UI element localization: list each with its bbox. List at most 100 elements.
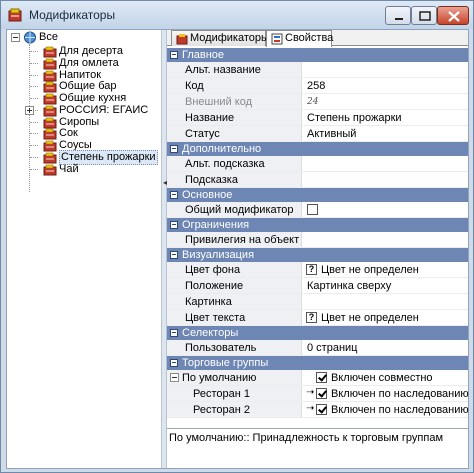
tree-root-collapse-toggle[interactable] xyxy=(11,33,20,42)
tree-guide-line xyxy=(30,86,38,87)
subgroup-collapse-toggle[interactable] xyxy=(170,373,179,382)
common-modifier-checkbox[interactable] xyxy=(307,204,318,215)
modifiers-window: Модификаторы Все Для десерта Для омлета На… xyxy=(0,0,474,473)
tab-modifiers[interactable]: Модификаторы xyxy=(171,30,269,46)
section-selectors[interactable]: Селекторы xyxy=(167,326,468,340)
section-collapse-icon[interactable] xyxy=(170,145,178,153)
prop-label-cell: Ресторан 1 xyxy=(167,386,302,401)
prop-row-bg-color[interactable]: Цвет фона ? Цвет не определен xyxy=(167,262,468,278)
prop-row-alt-name[interactable]: Альт. название xyxy=(167,62,468,78)
section-visual-label: Визуализация xyxy=(182,249,255,261)
prop-row-name[interactable]: Название Степень прожарки xyxy=(167,110,468,126)
close-button[interactable] xyxy=(437,6,469,25)
prop-value-cell[interactable]: ? Цвет не определен xyxy=(303,310,468,325)
prop-row-user[interactable]: Пользователь 0 страниц xyxy=(167,340,468,356)
prop-value-cell[interactable] xyxy=(303,232,468,247)
section-limits-label: Ограничения xyxy=(182,219,250,231)
prop-label-cell: Внешний код xyxy=(167,94,302,109)
section-trade-groups[interactable]: Торговые группы xyxy=(167,356,468,370)
minimize-button[interactable] xyxy=(385,6,411,25)
prop-label: Картинка xyxy=(185,296,232,308)
folder-tree[interactable]: Все Для десерта Для омлета Напиток Общие ба… xyxy=(7,30,161,468)
prop-row-common-modifier[interactable]: Общий модификатор xyxy=(167,202,468,218)
prop-label: По умолчанию xyxy=(182,372,257,384)
undefined-color-icon: ? xyxy=(306,312,317,323)
close-icon xyxy=(448,11,460,22)
prop-row-privilege[interactable]: Привилегия на объект xyxy=(167,232,468,248)
prop-row-restaurant-2[interactable]: Ресторан 2 ➝ Включен по наследованию xyxy=(167,402,469,418)
prop-value-cell[interactable]: ? Цвет не определен xyxy=(303,262,468,277)
undefined-color-icon: ? xyxy=(306,264,317,275)
prop-label-cell: Общий модификатор xyxy=(167,202,302,217)
tab-properties[interactable]: Свойства xyxy=(266,30,333,47)
section-extra[interactable]: Дополнительно xyxy=(167,142,468,156)
prop-row-text-color[interactable]: Цвет текста ? Цвет не определен xyxy=(167,310,468,326)
prop-value: Включен по наследованию xyxy=(331,404,469,416)
modifiers-icon xyxy=(176,34,188,45)
prop-row-hint[interactable]: Подсказка xyxy=(167,172,468,188)
section-collapse-icon[interactable] xyxy=(170,359,178,367)
prop-value: Включен совместно xyxy=(331,372,433,384)
prop-value-cell[interactable]: ➝ Включен по наследованию xyxy=(303,386,469,401)
prop-value-cell[interactable] xyxy=(303,62,468,77)
prop-label-cell: Подсказка xyxy=(167,172,302,187)
prop-value-cell[interactable]: Включен совместно xyxy=(303,370,468,385)
prop-row-code[interactable]: Код 258 xyxy=(167,78,468,94)
section-main[interactable]: Главное xyxy=(167,48,468,62)
window-title: Модификаторы xyxy=(29,8,116,22)
tree-item-label: Чай xyxy=(59,163,79,175)
section-visual[interactable]: Визуализация xyxy=(167,248,468,262)
section-selectors-label: Селекторы xyxy=(182,327,239,339)
prop-value-cell[interactable] xyxy=(303,156,468,171)
prop-row-status[interactable]: Статус Активный xyxy=(167,126,468,142)
prop-value-cell: 24 xyxy=(303,94,468,109)
section-collapse-icon[interactable] xyxy=(170,51,178,59)
prop-value: Степень прожарки xyxy=(307,112,402,124)
inherit-arrow-icon: ➝ xyxy=(306,387,315,398)
prop-value-cell[interactable]: Картинка сверху xyxy=(303,278,468,293)
property-grid: Главное Альт. название Код 258 Внешний к… xyxy=(167,48,469,428)
prop-label: Статус xyxy=(185,128,220,140)
prop-value: 24 xyxy=(307,97,319,107)
prop-label: Общий модификатор xyxy=(185,204,294,216)
properties-icon xyxy=(271,33,283,45)
prop-value-cell[interactable]: 0 страниц xyxy=(303,340,468,355)
restaurant-1-checkbox[interactable] xyxy=(316,388,327,399)
prop-value-cell[interactable] xyxy=(303,172,468,187)
section-limits[interactable]: Ограничения xyxy=(167,218,468,232)
tree-expand-toggle[interactable] xyxy=(25,106,34,115)
prop-label-cell: Пользователь xyxy=(167,340,302,355)
default-included-checkbox[interactable] xyxy=(316,372,327,383)
prop-value-cell[interactable] xyxy=(303,294,468,309)
maximize-button[interactable] xyxy=(411,6,437,25)
prop-label: Подсказка xyxy=(185,174,238,186)
prop-value-cell[interactable]: 258 xyxy=(303,78,468,93)
section-basic[interactable]: Основное xyxy=(167,188,468,202)
prop-value-cell[interactable]: Степень прожарки xyxy=(303,110,468,125)
prop-value: Цвет не определен xyxy=(321,312,419,324)
prop-label: Цвет текста xyxy=(185,312,246,324)
prop-row-position[interactable]: Положение Картинка сверху xyxy=(167,278,468,294)
prop-row-ext-code: Внешний код 24 xyxy=(167,94,468,110)
prop-label-cell: Цвет текста xyxy=(167,310,302,325)
section-collapse-icon[interactable] xyxy=(170,251,178,259)
prop-row-default[interactable]: По умолчанию Включен совместно xyxy=(167,370,468,386)
prop-value: Картинка сверху xyxy=(307,280,392,292)
tree-guide-line xyxy=(30,133,38,134)
prop-row-restaurant-1[interactable]: Ресторан 1 ➝ Включен по наследованию xyxy=(167,386,469,402)
prop-value-cell[interactable]: ➝ Включен по наследованию xyxy=(303,402,469,417)
client-area: Все Для десерта Для омлета Напиток Общие ба… xyxy=(6,29,469,469)
prop-label-cell: Ресторан 2 xyxy=(167,402,302,417)
tree-guide-line xyxy=(30,63,38,64)
prop-row-alt-hint[interactable]: Альт. подсказка xyxy=(167,156,468,172)
globe-folder-icon xyxy=(24,31,36,44)
prop-label: Ресторан 2 xyxy=(193,404,250,416)
prop-row-picture[interactable]: Картинка xyxy=(167,294,468,310)
prop-label-cell: Альт. подсказка xyxy=(167,156,302,171)
section-collapse-icon[interactable] xyxy=(170,191,178,199)
section-collapse-icon[interactable] xyxy=(170,221,178,229)
prop-value-cell[interactable]: Активный xyxy=(303,126,468,141)
restaurant-2-checkbox[interactable] xyxy=(316,404,327,415)
section-collapse-icon[interactable] xyxy=(170,329,178,337)
prop-value-cell[interactable] xyxy=(303,202,468,217)
